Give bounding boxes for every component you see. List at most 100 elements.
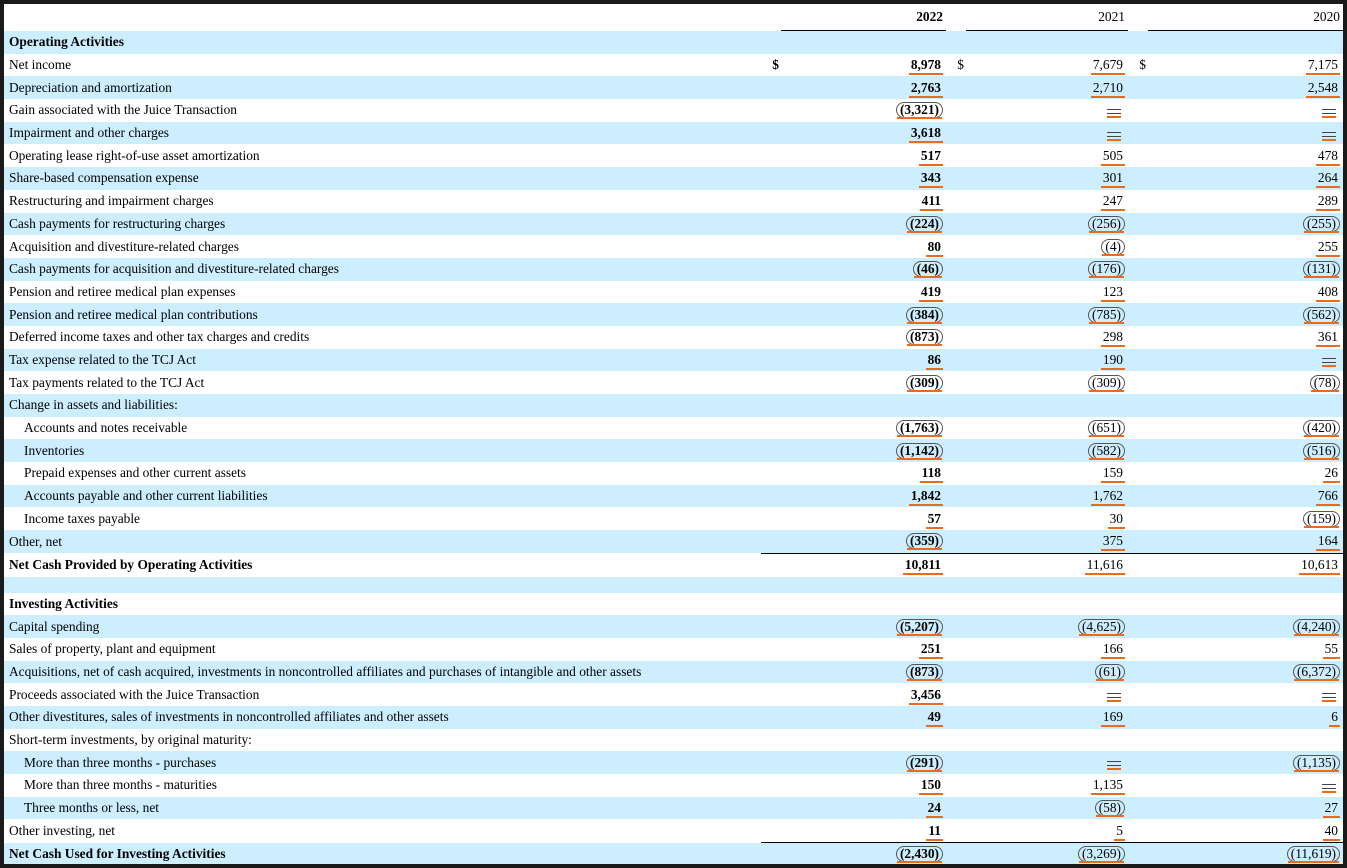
- currency-symbol: [1128, 439, 1148, 463]
- cell-value: 159: [1100, 465, 1126, 484]
- cell-value: (61): [1094, 663, 1125, 681]
- value-v22: 2,763: [781, 76, 946, 100]
- value-v20: 255: [1148, 235, 1343, 258]
- row-label: Net Cash Provided by Operating Activitie…: [9, 556, 253, 572]
- row-label: Net income: [9, 57, 72, 73]
- cell-value: 5: [1114, 822, 1125, 841]
- table-row: Tax payments related to the TCJ Act (309)…: [4, 371, 1343, 394]
- cell-value: 478: [1315, 147, 1341, 166]
- currency-symbol: $: [772, 57, 779, 73]
- currency-symbol: [1128, 235, 1148, 258]
- value-v21: 169: [966, 705, 1128, 729]
- cell-value: 11,616: [1084, 557, 1126, 576]
- currency-symbol: [946, 462, 966, 485]
- cell-value: 6: [1329, 709, 1340, 728]
- row-label: Cash payments for acquisition and divest…: [4, 257, 761, 281]
- cell-value: 3,456: [908, 686, 944, 705]
- row-label: Tax expense related to the TCJ Act: [4, 348, 761, 372]
- currency-symbol: [946, 842, 966, 864]
- row-label: Accounts payable and other current liabi…: [4, 484, 761, 508]
- cell-value: 8,978: [908, 57, 944, 76]
- currency-symbol: [1128, 417, 1148, 440]
- currency-symbol: [1128, 530, 1148, 554]
- value-v21: 123: [966, 281, 1128, 304]
- currency-symbol: [946, 751, 966, 774]
- table-row: Investing Activities: [4, 593, 1343, 616]
- value-v22: [781, 394, 946, 417]
- cell-value: (4,625): [1077, 618, 1125, 636]
- value-v21: [966, 121, 1128, 145]
- value-v20: (6,372): [1148, 660, 1343, 684]
- year-2022-header: 2022: [781, 4, 946, 31]
- cell-value: (873): [905, 329, 943, 347]
- currency-symbol: [946, 30, 966, 54]
- value-v21: (61): [966, 660, 1128, 684]
- currency-symbol: [946, 660, 966, 684]
- cell-value: 10,613: [1299, 557, 1340, 576]
- cell-value: (309): [1087, 374, 1125, 392]
- currency-symbol: [761, 842, 781, 864]
- table-row: Operating Activities: [4, 30, 1343, 54]
- currency-symbol: [946, 348, 966, 372]
- currency-symbol: [946, 638, 966, 661]
- value-v22: 80: [781, 235, 946, 258]
- currency-symbol: [946, 257, 966, 281]
- cell-value: 26: [1322, 465, 1341, 484]
- currency-symbol: [761, 417, 781, 440]
- table-row: Operating lease right-of-use asset amort…: [4, 144, 1343, 167]
- currency-symbol: [946, 167, 966, 190]
- table-row: Short-term investments, by original matu…: [4, 729, 1343, 752]
- cell-value: (3,321): [895, 102, 943, 120]
- cell-value: 118: [919, 465, 944, 484]
- value-v21: (176): [966, 257, 1128, 281]
- row-label: Three months or less, net: [4, 796, 761, 820]
- currency-symbol: [761, 235, 781, 258]
- value-v20: (255): [1148, 212, 1343, 236]
- value-v22: (291): [781, 751, 946, 774]
- table-row: Gain associated with the Juice Transacti…: [4, 99, 1343, 122]
- cell-value: (1,135): [1292, 754, 1340, 772]
- currency-symbol: [761, 257, 781, 281]
- table-row: Tax expense related to the TCJ Act 86 190: [4, 348, 1343, 372]
- value-v21: (651): [966, 417, 1128, 440]
- currency-symbol: [761, 774, 781, 797]
- cell-value: 255: [1315, 238, 1341, 257]
- currency-symbol: [761, 660, 781, 684]
- value-v20: 264: [1148, 167, 1343, 190]
- currency-symbol: [761, 144, 781, 167]
- row-label: Other, net: [4, 530, 761, 554]
- cell-value: (582): [1087, 442, 1125, 460]
- currency-symbol: [761, 593, 781, 616]
- row-label: Other investing, net: [9, 822, 115, 838]
- value-v22: 343: [781, 167, 946, 190]
- value-v22: 10,811: [781, 552, 946, 577]
- row-label: More than three months - purchases: [4, 751, 761, 774]
- currency-symbol: [761, 484, 781, 508]
- value-v21: (582): [966, 439, 1128, 463]
- currency-symbol: [1128, 638, 1148, 661]
- cell-value: (176): [1087, 261, 1125, 279]
- row-label: Income taxes payable: [24, 510, 140, 526]
- value-v22: [781, 729, 946, 752]
- cell-value: 1,135: [1090, 777, 1126, 796]
- cell-value: 7,679: [1090, 57, 1126, 76]
- row-label: Impairment and other charges: [4, 121, 761, 145]
- currency-symbol: [946, 530, 966, 554]
- value-v21: (309): [966, 371, 1128, 394]
- cell-value: 86: [925, 351, 944, 370]
- cell-value: 27: [1322, 800, 1341, 819]
- cell-value: 247: [1100, 193, 1126, 212]
- value-v22: [781, 30, 946, 54]
- value-v21: 1,135: [966, 774, 1128, 797]
- cell-value: 343: [918, 170, 944, 189]
- value-v20: 27: [1148, 796, 1343, 820]
- currency-symbol: [1128, 326, 1148, 349]
- cell-value: 24: [925, 800, 944, 819]
- cell-value: 80: [925, 238, 944, 257]
- currency-symbol: [1128, 144, 1148, 167]
- currency-symbol: [1128, 348, 1148, 372]
- row-label: Proceeds associated with the Juice Trans…: [9, 686, 260, 702]
- currency-symbol: [761, 76, 781, 100]
- cell-value: 1,842: [908, 488, 944, 507]
- cell-value: 419: [918, 283, 944, 302]
